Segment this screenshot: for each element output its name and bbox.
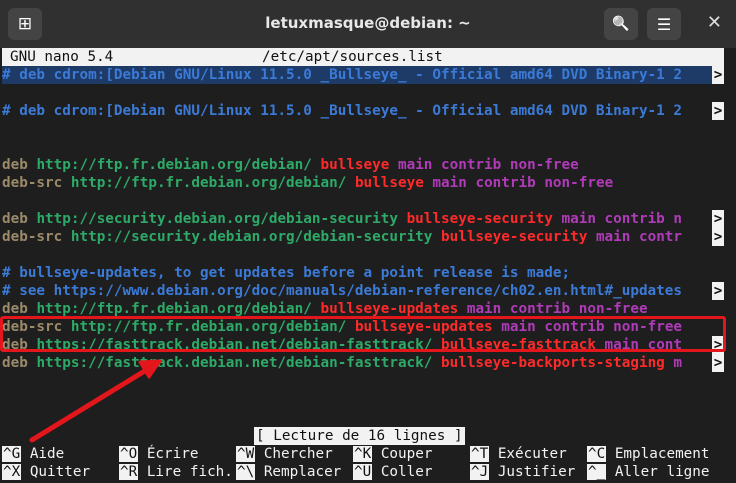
source-url: http://security.debian.org/debian-securi… — [70, 229, 433, 245]
source-url: http://security.debian.org/debian-securi… — [36, 211, 398, 227]
editor-line: deb-src http://ftp.fr.debian.org/debian/… — [2, 174, 613, 192]
annotation-highlight-box — [0, 316, 726, 352]
shortcut-key: ^G — [2, 446, 22, 462]
shortcut-label: Exécuter — [489, 446, 567, 462]
shortcut-key: ^J — [470, 464, 490, 480]
editor-line: # deb cdrom:[Debian GNU/Linux 11.5.0 _Bu… — [2, 102, 682, 120]
editor-line: deb-src http://security.debian.org/debia… — [2, 228, 682, 246]
source-suite: bullseye-backports-staging — [441, 355, 665, 371]
shortcut-key: ^_ — [587, 464, 607, 480]
close-button[interactable]: ✕ — [707, 12, 722, 33]
shortcut-label: Quitter — [21, 464, 91, 480]
close-icon: ✕ — [706, 12, 722, 33]
comment-text: # see https://www.debian.org/doc/manuals… — [2, 283, 682, 299]
source-type: deb — [2, 355, 28, 371]
shortcut-item[interactable]: ^W Chercher — [236, 445, 333, 463]
source-type: deb — [2, 211, 28, 227]
source-type: deb — [2, 301, 28, 317]
shortcut-label: Justifier — [489, 464, 576, 480]
shortcut-item[interactable]: ^R Lire fich. — [119, 463, 233, 481]
source-suite: bullseye-security — [441, 229, 588, 245]
source-components: main contrib non-free — [466, 301, 648, 317]
shortcut-label: Emplacement — [606, 446, 710, 462]
comment-text: # deb cdrom:[Debian GNU/Linux 11.5.0 _Bu… — [2, 103, 682, 119]
shortcut-key: ^W — [236, 446, 256, 462]
source-components: m — [673, 355, 683, 371]
source-suite: bullseye — [354, 175, 424, 191]
shortcut-key: ^T — [470, 446, 490, 462]
source-suite: bullseye-updates — [320, 301, 459, 317]
comment-text: # deb cdrom:[Debian GNU/Linux 11.5.0 _Bu… — [2, 67, 682, 83]
line-overflow-marker: > — [712, 354, 724, 372]
source-type: deb-src — [2, 229, 63, 245]
line-overflow-marker: > — [712, 228, 724, 246]
source-url: http://ftp.fr.debian.org/debian/ — [36, 157, 312, 173]
shortcut-label: Couper — [372, 446, 433, 462]
shortcut-item[interactable]: ^K Couper — [353, 445, 432, 463]
shortcut-label: Écrire — [138, 446, 199, 462]
source-suite: bullseye-security — [406, 211, 553, 227]
search-icon: 🔍 — [612, 16, 630, 32]
source-components: main contrib non-free — [432, 175, 614, 191]
editor-line: # deb cdrom:[Debian GNU/Linux 11.5.0 _Bu… — [2, 66, 714, 84]
shortcut-item[interactable]: ^\ Remplacer — [236, 463, 341, 481]
shortcut-label: Aller ligne — [606, 464, 710, 480]
source-url: http://ftp.fr.debian.org/debian/ — [70, 175, 347, 191]
editor-line: deb https://fasttrack.debian.net/debian-… — [2, 354, 682, 372]
editor-line: # bullseye-updates, to get updates befor… — [2, 264, 570, 282]
source-url: https://fasttrack.debian.net/debian-fast… — [36, 355, 433, 371]
line-overflow-marker: > — [712, 282, 724, 300]
source-type: deb-src — [2, 175, 63, 191]
shortcut-label: Lire fich. — [138, 464, 233, 480]
editor-line: deb http://security.debian.org/debian-se… — [2, 210, 682, 228]
menu-button[interactable]: ☰ — [647, 8, 681, 40]
shortcut-key: ^R — [119, 464, 139, 480]
shortcut-key: ^U — [353, 464, 373, 480]
source-components: main contrib non-free — [397, 157, 579, 173]
editor-line: deb http://ftp.fr.debian.org/debian/ bul… — [2, 156, 579, 174]
shortcut-item[interactable]: ^T Exécuter — [470, 445, 567, 463]
shortcut-item[interactable]: ^_ Aller ligne — [587, 463, 710, 481]
shortcut-key: ^\ — [236, 464, 256, 480]
source-url: http://ftp.fr.debian.org/debian/ — [36, 301, 312, 317]
shortcut-item[interactable]: ^C Emplacement — [587, 445, 710, 463]
window-titlebar: ⊞ letuxmasque@debian: ~ 🔍 ☰ ✕ — [0, 0, 736, 48]
status-message: [ Lecture de 16 lignes ] — [254, 427, 465, 445]
shortcut-item[interactable]: ^U Coller — [353, 463, 432, 481]
shortcut-item[interactable]: ^X Quitter — [2, 463, 90, 481]
source-type: deb — [2, 157, 28, 173]
nano-header: GNU nano 5.4 /etc/apt/sources.list — [2, 48, 724, 66]
shortcut-item[interactable]: ^J Justifier — [470, 463, 575, 481]
shortcut-key: ^X — [2, 464, 22, 480]
search-button[interactable]: 🔍 — [604, 8, 638, 40]
nano-filename: /etc/apt/sources.list — [262, 49, 443, 65]
source-components: main contr — [595, 229, 683, 245]
shortcut-key: ^C — [587, 446, 607, 462]
nano-version: GNU nano 5.4 — [10, 49, 114, 65]
shortcut-key: ^O — [119, 446, 139, 462]
line-overflow-marker: > — [712, 66, 724, 84]
shortcut-label: Aide — [21, 446, 65, 462]
source-components: main contrib n — [561, 211, 683, 227]
line-overflow-marker: > — [712, 102, 724, 120]
shortcut-item[interactable]: ^O Écrire — [119, 445, 198, 463]
line-overflow-marker: > — [712, 210, 724, 228]
shortcut-label: Remplacer — [255, 464, 342, 480]
comment-text: # bullseye-updates, to get updates befor… — [2, 265, 571, 281]
shortcut-key: ^K — [353, 446, 373, 462]
editor-line: # see https://www.debian.org/doc/manuals… — [2, 282, 682, 300]
shortcut-item[interactable]: ^G Aide — [2, 445, 64, 463]
shortcut-label: Coller — [372, 464, 433, 480]
source-suite: bullseye — [320, 157, 390, 173]
shortcut-label: Chercher — [255, 446, 333, 462]
terminal-area[interactable]: GNU nano 5.4 /etc/apt/sources.list # deb… — [0, 48, 736, 483]
hamburger-menu-icon: ☰ — [656, 14, 672, 34]
